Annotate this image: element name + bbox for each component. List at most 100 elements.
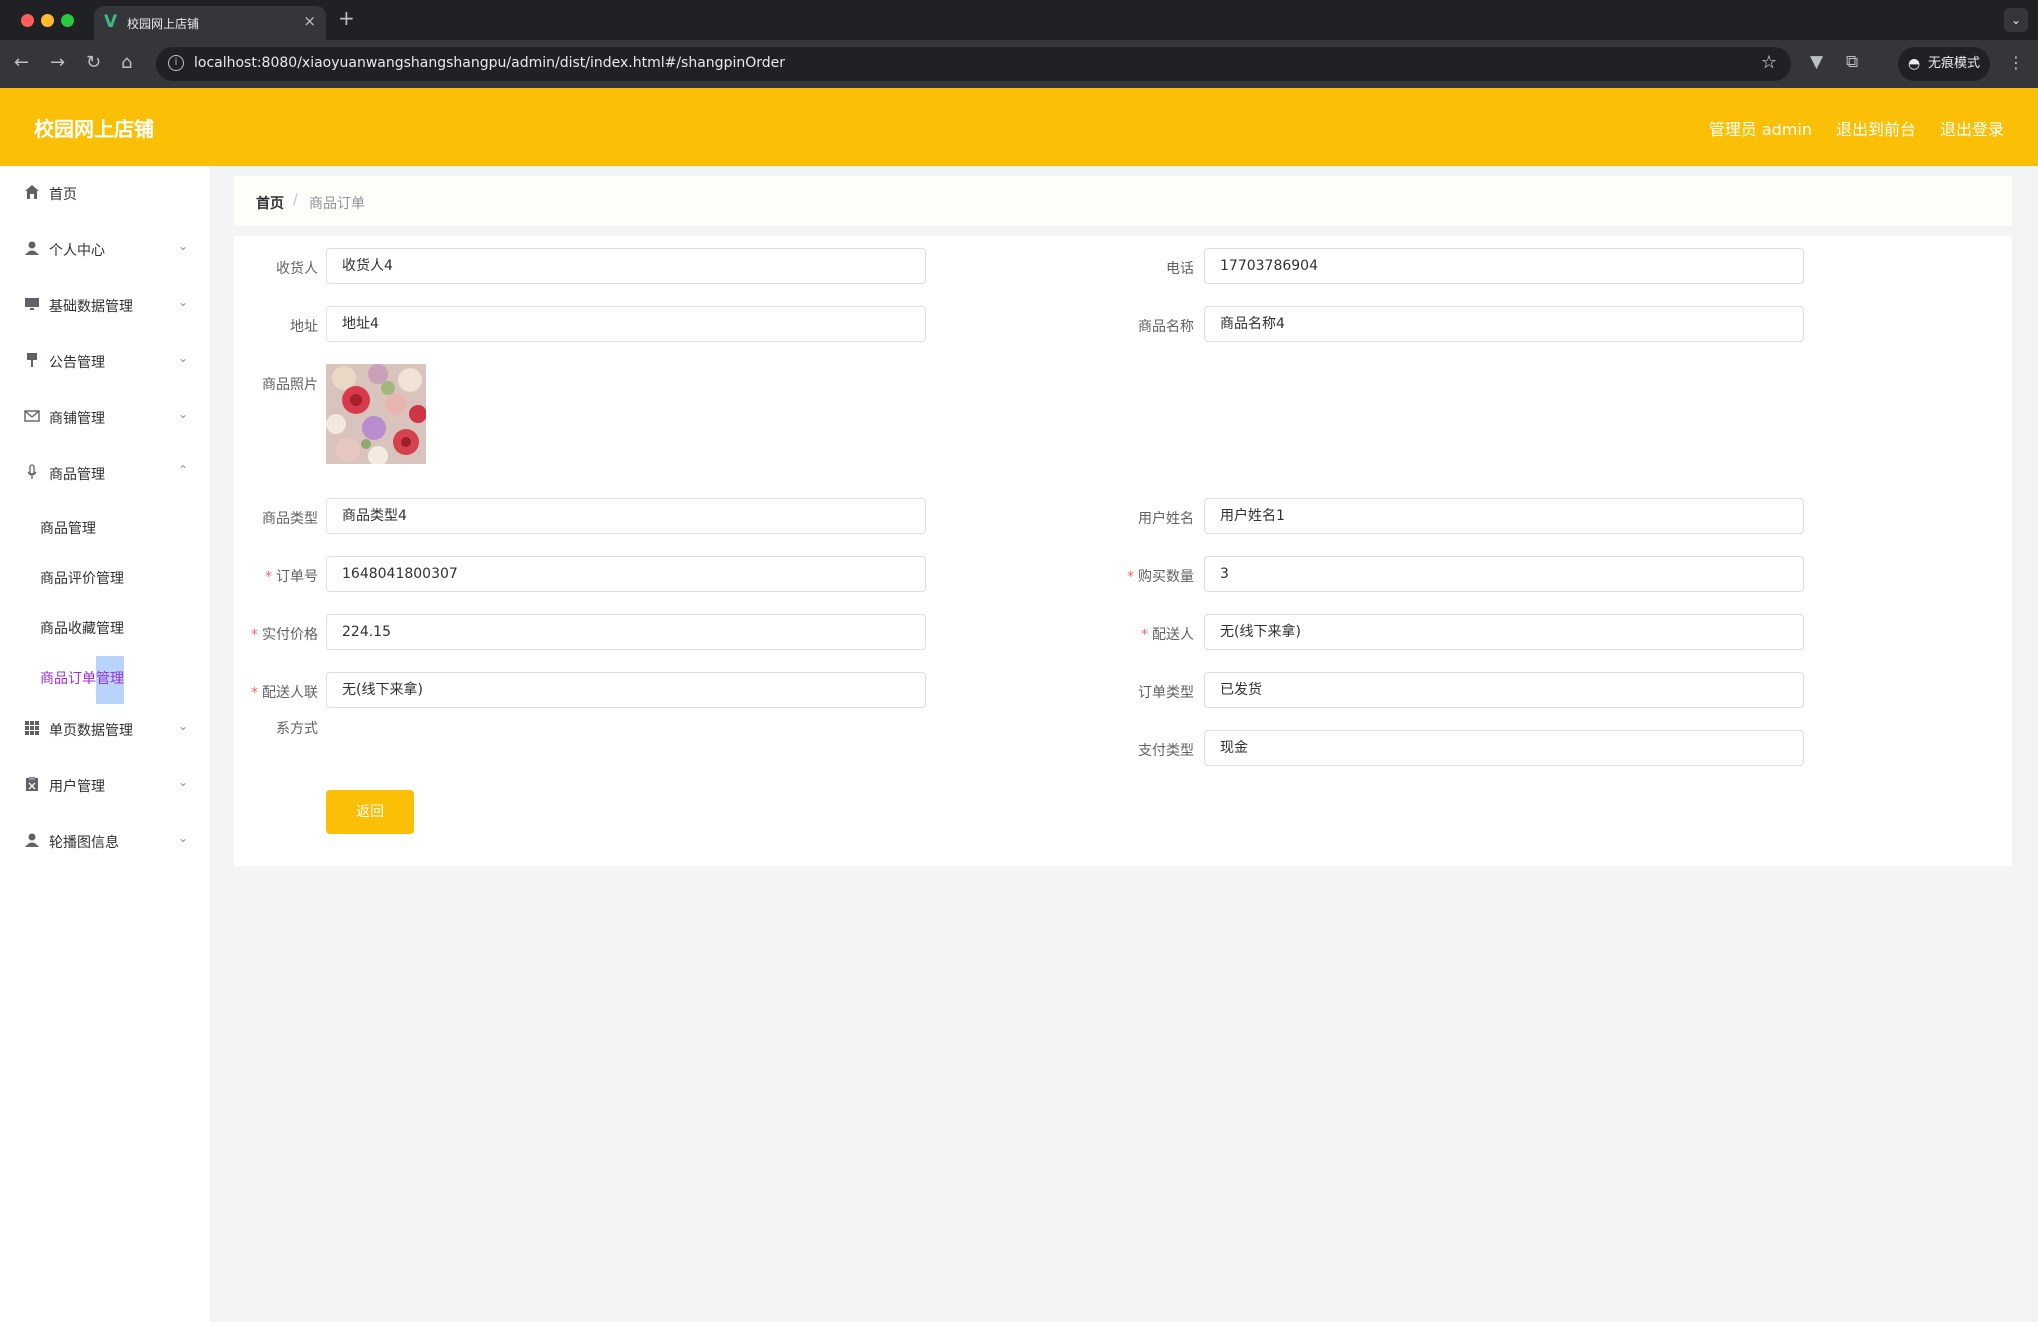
sidebar-subitem-label: 商品订单管理 (40, 671, 124, 687)
payment-type-label: 支付类型 (1138, 743, 1194, 759)
address-bar[interactable]: i localhost:8080/xiaoyuanwangshangshangp… (156, 47, 1791, 81)
logout-link[interactable]: 退出登录 (1940, 116, 2004, 140)
sidebar-item-personal-center[interactable]: 个人中心 ⌄ (0, 222, 210, 278)
product-photo[interactable] (326, 364, 426, 464)
sidebar-item-home[interactable]: 首页 (0, 166, 210, 222)
user-name-label: 用户姓名 (1138, 511, 1194, 527)
incognito-label: 无痕模式 (1928, 56, 1981, 71)
breadcrumb-home[interactable]: 首页 (256, 193, 284, 213)
deliverer-contact-field[interactable]: 无(线下来拿) (326, 672, 926, 708)
deliverer-contact-label-line1: 配送人联 (262, 685, 318, 701)
deliverer-field[interactable]: 无(线下来拿) (1204, 614, 1804, 650)
close-window-button[interactable] (21, 14, 34, 27)
product-name-label: 商品名称 (1138, 319, 1194, 335)
vue-devtools-icon[interactable]: ▼ (1810, 52, 1823, 72)
home-icon (22, 184, 42, 204)
sidebar-item-label: 商品管理 (49, 467, 105, 483)
paid-price-label-text: 实付价格 (262, 627, 318, 643)
url-text[interactable]: localhost:8080/xiaoyuanwangshangshangpu/… (194, 55, 785, 71)
clipboard-icon (22, 776, 42, 796)
chevron-down-icon: ⌄ (178, 351, 189, 365)
sidebar-item-product[interactable]: 商品管理 ⌃ (0, 446, 210, 502)
sidebar-item-shop[interactable]: 商铺管理 ⌄ (0, 390, 210, 446)
sidebar-subitem-label: 商品管理 (40, 521, 96, 537)
order-type-label: 订单类型 (1138, 685, 1194, 701)
sidebar-item-label: 用户管理 (49, 779, 105, 795)
user-icon (22, 240, 42, 260)
microphone-icon (22, 464, 42, 484)
payment-type-field[interactable]: 现金 (1204, 730, 1804, 766)
sidebar-subitem-product-manage[interactable]: 商品管理 (0, 502, 210, 552)
close-tab-icon[interactable]: × (303, 12, 316, 30)
sidebar-item-label: 个人中心 (49, 243, 105, 259)
bookmark-star-icon[interactable]: ☆ (1761, 52, 1777, 73)
quantity-label: * 购买数量 (1094, 566, 1194, 586)
product-name-field[interactable]: 商品名称4 (1204, 306, 1804, 342)
sidebar-item-user-manage[interactable]: 用户管理 ⌄ (0, 758, 210, 814)
order-type-field[interactable]: 已发货 (1204, 672, 1804, 708)
sidebar-item-single-page[interactable]: 单页数据管理 ⌄ (0, 702, 210, 758)
minimize-window-button[interactable] (41, 14, 54, 27)
user-icon (22, 832, 42, 852)
paid-price-label: * 实付价格 (218, 624, 318, 644)
quantity-label-text: 购买数量 (1138, 569, 1194, 585)
receiver-label: 收货人 (276, 261, 318, 277)
product-type-field[interactable]: 商品类型4 (326, 498, 926, 534)
sidebar-item-basic-data[interactable]: 基础数据管理 ⌄ (0, 278, 210, 334)
sidebar-subitem-product-favorite[interactable]: 商品收藏管理 (0, 602, 210, 652)
user-name-field[interactable]: 用户姓名1 (1204, 498, 1804, 534)
sidebar-item-label: 公告管理 (49, 355, 105, 371)
receiver-field[interactable]: 收货人4 (326, 248, 926, 284)
order-detail-form: 收货人 收货人4 电话 17703786904 地址 地址4 商品名称 商品名称… (234, 236, 2012, 866)
sidebar-item-label: 轮播图信息 (49, 835, 119, 851)
phone-label: 电话 (1166, 261, 1194, 277)
site-info-icon[interactable]: i (168, 55, 184, 71)
forward-icon[interactable]: → (50, 52, 65, 73)
app-title: 校园网上店铺 (34, 117, 154, 141)
required-mark: * (1141, 627, 1148, 643)
chevron-up-icon: ⌃ (178, 463, 189, 477)
sidebar: 首页 个人中心 ⌄ 基础数据管理 ⌄ 公告管理 ⌄ 商铺管理 ⌄ 商品管理 ⌃ (0, 166, 210, 1322)
chevron-down-icon: ⌄ (178, 295, 189, 309)
breadcrumb-current: 商品订单 (309, 196, 365, 212)
back-icon[interactable]: ← (14, 52, 29, 73)
maximize-window-button[interactable] (61, 14, 74, 27)
address-label: 地址 (290, 319, 318, 335)
deliverer-label-text: 配送人 (1152, 627, 1194, 643)
app-header: 校园网上店铺 管理员 admin 退出到前台 退出登录 (0, 88, 2038, 166)
product-type-label: 商品类型 (262, 511, 318, 527)
browser-tab[interactable]: V 校园网上店铺 × (94, 6, 326, 40)
incognito-indicator[interactable]: ◓ 无痕模式 (1898, 47, 1990, 81)
sidebar-subitem-product-order[interactable]: 商品订单管理 (0, 652, 210, 704)
chevron-down-icon: ⌄ (178, 775, 189, 789)
back-button[interactable]: 返回 (326, 790, 414, 834)
required-mark: * (1127, 569, 1134, 585)
browser-menu-icon[interactable]: ⋮ (2008, 53, 2024, 72)
paid-price-field[interactable]: 224.15 (326, 614, 926, 650)
home-browser-icon[interactable]: ⌂ (121, 52, 132, 73)
grid-icon (22, 720, 42, 740)
sidebar-item-label: 基础数据管理 (49, 299, 133, 315)
new-tab-icon[interactable]: + (338, 6, 355, 30)
order-no-label: * 订单号 (218, 566, 318, 586)
brush-icon (22, 352, 42, 372)
admin-user-label[interactable]: 管理员 admin (1709, 116, 1812, 140)
phone-field[interactable]: 17703786904 (1204, 248, 1804, 284)
sidebar-subitem-label: 商品收藏管理 (40, 621, 124, 637)
required-mark: * (265, 569, 272, 585)
order-no-field[interactable]: 1648041800307 (326, 556, 926, 592)
reload-icon[interactable]: ↻ (86, 52, 101, 73)
chevron-down-icon: ⌄ (178, 831, 189, 845)
sidebar-item-carousel[interactable]: 轮播图信息 ⌄ (0, 814, 210, 870)
sidebar-item-notice[interactable]: 公告管理 ⌄ (0, 334, 210, 390)
exit-to-frontend-link[interactable]: 退出到前台 (1836, 116, 1916, 140)
incognito-icon: ◓ (1908, 56, 1921, 72)
order-no-label-text: 订单号 (276, 569, 318, 585)
deliverer-label: * 配送人 (1094, 624, 1194, 644)
extensions-icon[interactable]: ⧉ (1846, 52, 1858, 72)
sidebar-subitem-product-review[interactable]: 商品评价管理 (0, 552, 210, 602)
breadcrumb: 首页 / 商品订单 (234, 176, 2012, 226)
tab-search-icon[interactable]: ⌄ (2004, 8, 2028, 32)
quantity-field[interactable]: 3 (1204, 556, 1804, 592)
address-field[interactable]: 地址4 (326, 306, 926, 342)
